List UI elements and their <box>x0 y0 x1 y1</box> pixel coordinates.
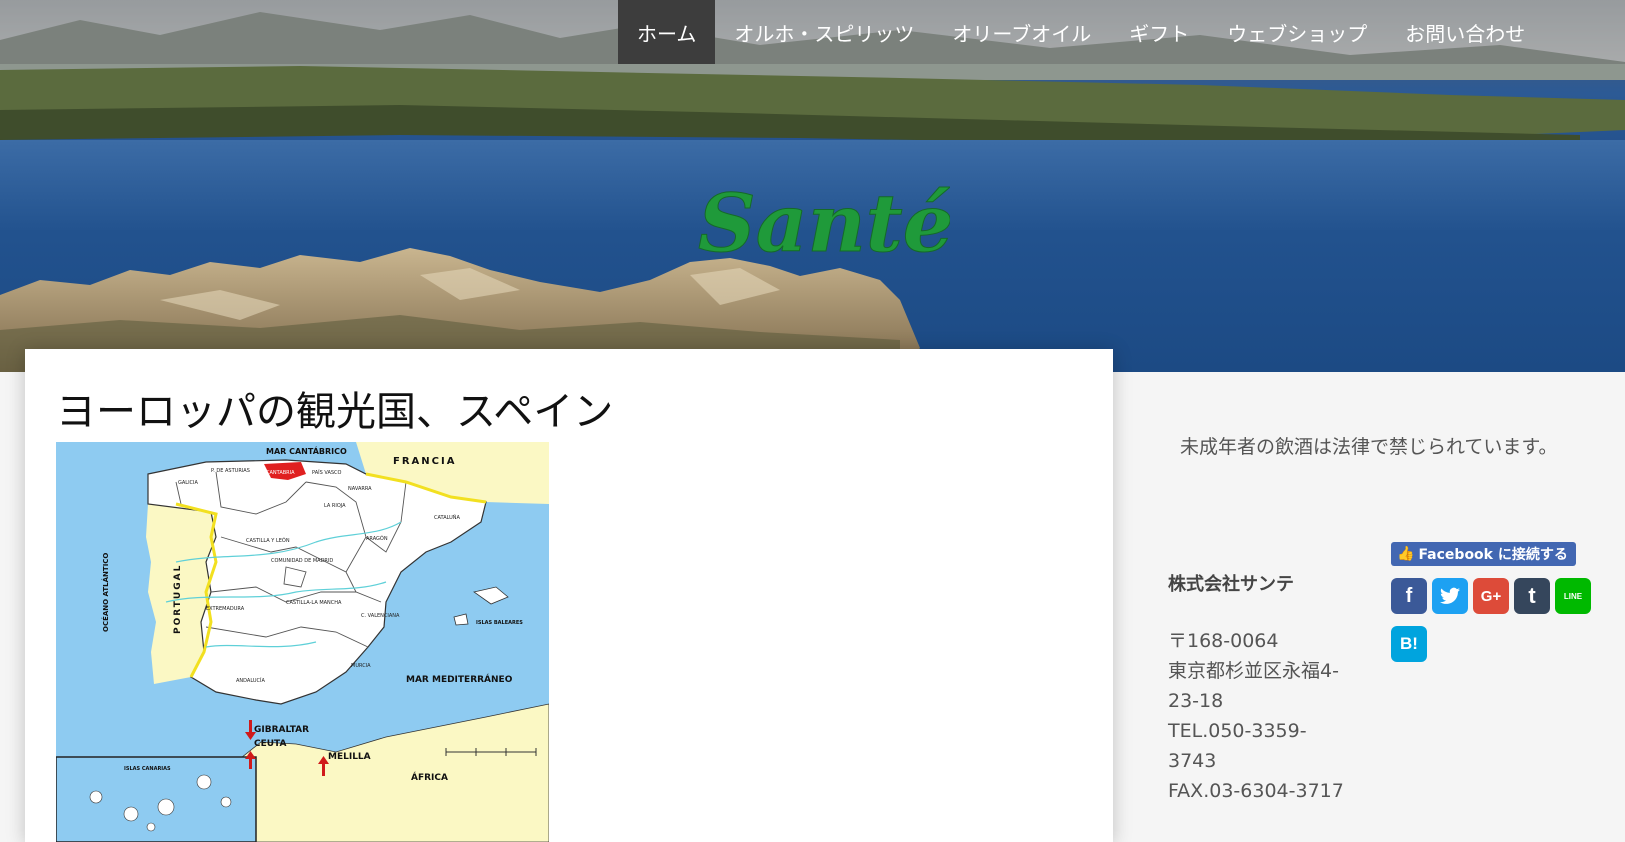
map-label-la-rioja: LA RIOJA <box>324 503 346 509</box>
map-label-navarra: NAVARRA <box>348 486 372 492</box>
nav-item-olive-oil[interactable]: オリーブオイル <box>933 0 1110 64</box>
map-label-castilla-leon: CASTILLA Y LEÓN <box>246 537 290 544</box>
company-name: 株式会社サンテ <box>1168 574 1294 595</box>
article-title: ヨーロッパの観光国、スペイン <box>56 389 614 435</box>
logo-text: Santé <box>698 176 950 270</box>
facebook-share-button[interactable]: f <box>1391 578 1427 614</box>
nav-item-home[interactable]: ホーム <box>618 0 716 64</box>
tumblr-share-button[interactable]: t <box>1514 578 1550 614</box>
map-label-asturias: P. DE ASTURIAS <box>211 468 250 474</box>
thumbs-up-icon: 👍 <box>1397 546 1415 562</box>
map-label-murcia: MURCIA <box>351 663 371 669</box>
map-label-melilla: MELILLA <box>328 752 371 762</box>
map-label-andalucia: ANDALUCÍA <box>236 677 266 684</box>
facebook-connect-label: Facebook に接続する <box>1418 547 1568 563</box>
map-label-extremadura: EXTREMADURA <box>206 606 245 612</box>
map-label-pais-vasco: PAÍS VASCO <box>312 469 342 476</box>
address-street: 東京都杉並区永福4-23-18 <box>1168 660 1339 712</box>
nav-item-contact[interactable]: お問い合わせ <box>1386 0 1544 64</box>
map-label-aragon: ARAGÓN <box>366 535 388 542</box>
map-label-galicia: GALICIA <box>178 480 199 486</box>
map-label-atlantico: OCÉANO ATLÁNTICO <box>101 553 110 632</box>
map-label-mediterraneo: MAR MEDITERRÁNEO <box>406 673 513 685</box>
article-card: ヨーロッパの観光国、スペイン MAR CANTÁBRICO FRANCIA GI… <box>25 349 1113 842</box>
line-icon: LINE <box>1563 591 1583 601</box>
map-label-gibraltar: GIBRALTAR <box>254 725 309 735</box>
site-logo[interactable]: Santé <box>690 165 951 275</box>
map-label-valenciana: C. VALENCIANA <box>361 613 400 619</box>
map-label-portugal: PORTUGAL <box>173 564 183 634</box>
map-label-cataluna: CATALUÑA <box>434 514 461 521</box>
spain-map-svg: MAR CANTÁBRICO FRANCIA GIBRALTAR CEUTA M… <box>56 442 549 842</box>
nav-item-gift[interactable]: ギフト <box>1110 0 1208 64</box>
map-label-cantabrico: MAR CANTÁBRICO <box>266 445 347 456</box>
nav-item-orujo-spirits[interactable]: オルホ・スピリッツ <box>715 0 933 64</box>
tumblr-icon: t <box>1528 583 1536 608</box>
address-postal: 〒168-0064 <box>1168 630 1279 652</box>
line-share-button[interactable]: LINE <box>1555 578 1591 614</box>
facebook-connect-button[interactable]: 👍 Facebook に接続する <box>1391 542 1576 566</box>
facebook-icon: f <box>1405 584 1413 607</box>
hatena-bookmark-button[interactable]: B! <box>1391 626 1427 662</box>
map-label-canarias: ISLAS CANARIAS <box>124 766 171 772</box>
address-fax: FAX.03-6304-3717 <box>1168 780 1344 802</box>
main-nav: ホーム オルホ・スピリッツ オリーブオイル ギフト ウェブショップ お問い合わせ <box>618 0 1544 64</box>
nav-item-webshop[interactable]: ウェブショップ <box>1208 0 1386 64</box>
google-plus-icon: G+ <box>1480 587 1502 605</box>
company-address: 〒168-0064 東京都杉並区永福4-23-18 TEL.050-3359-3… <box>1168 626 1353 806</box>
map-label-madrid: COMUNIDAD DE MADRID <box>271 558 333 564</box>
map-label-castilla-mancha: CASTILLA-LA MANCHA <box>286 600 342 606</box>
hatena-icon: B! <box>1400 634 1418 653</box>
google-plus-share-button[interactable]: G+ <box>1473 578 1509 614</box>
map-label-ceuta: CEUTA <box>254 739 287 749</box>
map-label-cantabria: CANTABRIA <box>266 470 295 476</box>
age-restriction-notice: 未成年者の飲酒は法律で禁じられています。 <box>1180 436 1558 458</box>
map-label-francia: FRANCIA <box>393 456 456 467</box>
spain-map-image: MAR CANTÁBRICO FRANCIA GIBRALTAR CEUTA M… <box>56 442 549 842</box>
map-label-africa: ÁFRICA <box>411 771 448 783</box>
twitter-icon <box>1440 587 1460 604</box>
map-label-baleares: ISLAS BALEARES <box>476 620 523 626</box>
twitter-share-button[interactable] <box>1432 578 1468 614</box>
address-tel: TEL.050-3359-3743 <box>1168 720 1307 772</box>
